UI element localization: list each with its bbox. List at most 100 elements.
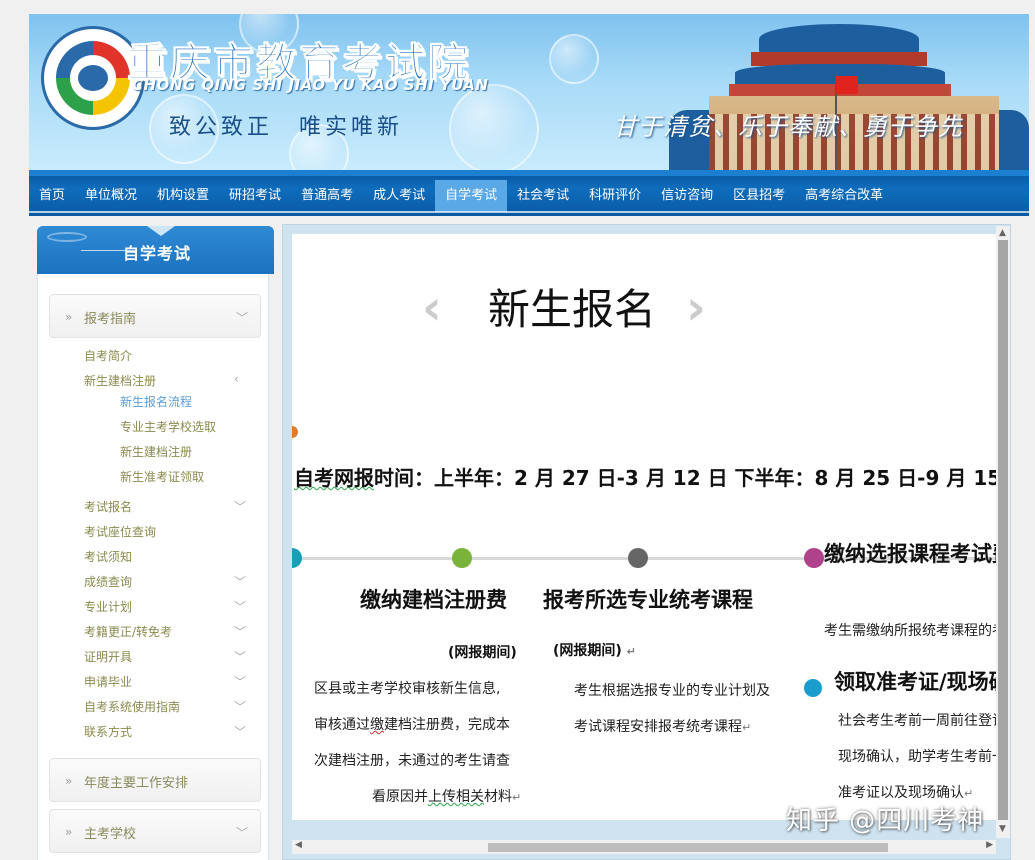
sidebar-item-score-query[interactable]: 成绩查询 (84, 573, 132, 590)
sidebar-item-system-guide[interactable]: 自考系统使用指南 (84, 698, 180, 715)
chevron-down-icon: ﹀ (234, 600, 247, 614)
sidebar-group-guide[interactable]: » 报考指南 ﹀ (49, 294, 261, 338)
scroll-up-icon[interactable]: ▲ (999, 228, 1006, 238)
sidebar-subitem-signup-process[interactable]: 新生报名流程 (120, 393, 192, 410)
chevron-left-icon: ‹ (234, 372, 239, 386)
step-description: 看原因并上传相关材料↵ (372, 789, 522, 805)
step-period: (网报期间) ↵ (553, 643, 636, 659)
step-description: 审核通过缴建档注册费，完成本 (314, 717, 510, 733)
sidebar-group-label: 年度主要工作安排 (84, 776, 189, 791)
sidebar-item-notice[interactable]: 考试须知 (84, 548, 132, 565)
timeline-dot (292, 426, 298, 438)
chevron-down-icon: ﹀ (234, 725, 247, 739)
building-illustration (669, 14, 1029, 170)
scroll-down-icon[interactable]: ▼ (999, 824, 1006, 834)
time-text: 时间：上半年：2 月 27 日-3 月 12 日 下半年：8 月 25 日-9 … (374, 466, 996, 490)
watermark: 知乎 @四川考神 (786, 806, 985, 836)
sidebar-item-contact[interactable]: 联系方式 (84, 723, 132, 740)
sidebar-item-intro[interactable]: 自考简介 (84, 347, 132, 364)
sidebar-item-seat-query[interactable]: 考试座位查询 (84, 523, 156, 540)
step-description: 考生需缴纳所报统考课程的考试费 (824, 623, 996, 639)
sidebar-item-certificate[interactable]: 证明开具 (84, 648, 132, 665)
sidebar-group-label: 报考指南 (84, 312, 137, 327)
site-banner: 重庆市教育考试院 CHONG QING SHI JIAO YU KAO SHI … (29, 14, 1029, 170)
horizontal-scrollbar[interactable]: ◀ ▶ (292, 840, 996, 854)
sidebar-item-exam-signup[interactable]: 考试报名 (84, 498, 132, 515)
sidebar-group-annual-plan[interactable]: » 年度主要工作安排 (49, 758, 261, 802)
sidebar: » 报考指南 ﹀ 自考简介 新生建档注册 ‹ 新生报名流程 专业主考学校选取 新… (37, 274, 269, 860)
sidebar-subitem-school-select[interactable]: 专业主考学校选取 (120, 418, 216, 435)
document-viewer[interactable]: ‹ 新生报名 › 自考网报时间：上半年：2 月 27 日-3 月 12 日 下半… (292, 234, 996, 820)
main-nav: 首页 单位概况 机构设置 研招考试 普通高考 成人考试 自学考试 社会考试 科研… (29, 170, 1029, 216)
step-title: 缴纳建档注册费 (360, 588, 507, 612)
sidebar-header: 自学考试 (37, 226, 274, 274)
registration-time: 自考网报时间：上半年：2 月 27 日-3 月 12 日 下半年：8 月 25 … (294, 462, 996, 491)
nav-list: 首页 单位概况 机构设置 研招考试 普通高考 成人考试 自学考试 社会考试 科研… (29, 180, 893, 212)
flag-icon (836, 76, 858, 94)
nav-item-petition[interactable]: 信访咨询 (651, 180, 723, 212)
nav-item-social-exam[interactable]: 社会考试 (507, 180, 579, 212)
nav-item-self-study-exam[interactable]: 自学考试 (435, 180, 508, 212)
double-chevron-right-icon: » (65, 774, 73, 788)
nav-item-about[interactable]: 单位概况 (75, 180, 147, 212)
nav-item-organization[interactable]: 机构设置 (147, 180, 219, 212)
timeline-dot (452, 548, 472, 568)
site-slogan: 甘于清贫、乐于奉献、勇于争先 (613, 113, 963, 141)
slide-title: 新生报名 (488, 285, 657, 334)
timeline-dot (628, 548, 648, 568)
step-period: (网报期间) (448, 645, 517, 661)
timeline-dot (804, 679, 822, 697)
nav-item-graduate-exam[interactable]: 研招考试 (219, 180, 291, 212)
timeline-dot (804, 548, 824, 568)
step-description: 区县或主考学校审核新生信息, (314, 681, 501, 697)
scroll-right-icon[interactable]: ▶ (986, 840, 993, 850)
nav-item-adult-exam[interactable]: 成人考试 (363, 180, 435, 212)
nav-item-home[interactable]: 首页 (29, 180, 75, 212)
bubble-decoration (449, 84, 539, 170)
nav-item-gaokao[interactable]: 普通高考 (291, 180, 363, 212)
scroll-left-icon[interactable]: ◀ (295, 840, 302, 850)
step-description: 现场确认，助学考生考前一周领取 (838, 749, 996, 765)
bubble-decoration (549, 34, 599, 84)
step-description: 考生根据选报专业的专业计划及 (574, 683, 770, 699)
chevron-left-icon: ‹ (422, 280, 442, 336)
chevron-down-icon: ﹀ (234, 500, 247, 514)
scroll-thumb[interactable] (998, 240, 1008, 820)
chevron-down-icon: ﹀ (234, 675, 247, 689)
double-chevron-right-icon: » (65, 310, 73, 324)
chevron-down-icon: ﹀ (235, 311, 248, 325)
chevron-down-icon: ﹀ (235, 826, 248, 840)
site-motto: 致公致正 唯实唯新 (169, 115, 404, 140)
step-title: 缴纳选报课程考试费 (824, 542, 996, 566)
sidebar-subitem-admission-ticket[interactable]: 新生准考证领取 (120, 468, 204, 485)
sidebar-item-register[interactable]: 新生建档注册 (84, 372, 156, 389)
sidebar-title: 自学考试 (123, 244, 192, 263)
double-chevron-right-icon: » (65, 825, 73, 839)
chevron-down-icon: ﹀ (234, 625, 247, 639)
chevron-down-icon: ﹀ (234, 650, 247, 664)
vertical-scrollbar[interactable]: ▲ ▼ (996, 226, 1010, 838)
nav-item-district[interactable]: 区县招考 (723, 180, 795, 212)
sidebar-item-major-plan[interactable]: 专业计划 (84, 598, 132, 615)
page: 重庆市教育考试院 CHONG QING SHI JIAO YU KAO SHI … (0, 0, 1035, 860)
sidebar-item-graduation[interactable]: 申请毕业 (84, 673, 132, 690)
scroll-thumb[interactable] (488, 843, 888, 852)
step-description: 考试课程安排报考统考课程↵ (574, 719, 752, 735)
time-prefix: 自考网报 (294, 466, 374, 490)
sidebar-group-label: 主考学校 (84, 827, 137, 842)
sidebar-subitem-register[interactable]: 新生建档注册 (120, 443, 192, 460)
step-description: 社会考生考前一周前往登记点进行 (838, 713, 996, 729)
chevron-down-icon: ﹀ (234, 700, 247, 714)
chevron-right-icon: › (686, 280, 706, 336)
step-title: 领取准考证/现场确认 (834, 670, 996, 694)
timeline-dot (292, 548, 302, 568)
sidebar-item-transfer[interactable]: 考籍更正/转免考 (84, 623, 172, 640)
step-description: 次建档注册，未通过的考生请查 (314, 753, 510, 769)
chevron-down-icon: ﹀ (234, 575, 247, 589)
nav-item-research[interactable]: 科研评价 (579, 180, 651, 212)
nav-item-gaokao-reform[interactable]: 高考综合改革 (795, 180, 893, 212)
site-pinyin: CHONG QING SHI JIAO YU KAO SHI YUAN (132, 76, 489, 94)
sidebar-group-schools[interactable]: » 主考学校 ﹀ (49, 809, 261, 853)
step-title: 报考所选专业统考课程 (543, 588, 753, 612)
step-description: 准考证以及现场确认↵ (838, 785, 974, 801)
